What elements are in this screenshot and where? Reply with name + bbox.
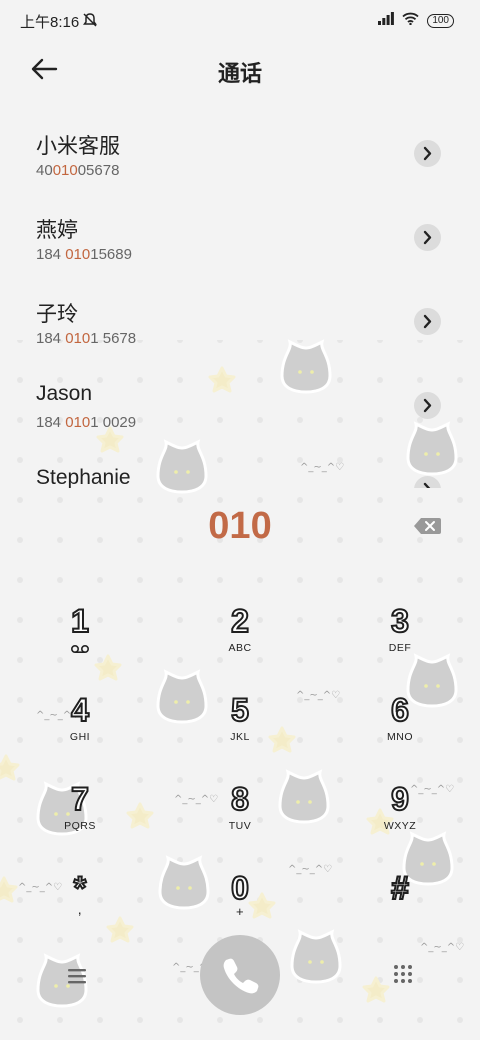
contact-detail-button[interactable] <box>414 224 441 251</box>
key-6[interactable]: 6 MNO <box>340 692 460 773</box>
number-match: 010 <box>65 330 91 347</box>
status-time: 上午8:16 <box>20 14 80 31</box>
contact-name: Jason <box>36 382 93 405</box>
chevron-right-icon <box>423 146 432 161</box>
contact-number: 184 0101 0029 <box>36 414 137 431</box>
status-bar: 上午8:16 100 <box>0 0 480 40</box>
key-5[interactable]: 5 JKL <box>180 692 300 773</box>
chevron-right-icon <box>423 398 432 413</box>
key-7[interactable]: 7 PQRS <box>20 781 140 862</box>
contact-name: 小米客服 <box>36 135 120 158</box>
contact-name: 子玲 <box>36 303 78 326</box>
key-9[interactable]: 9 WXYZ <box>340 781 460 862</box>
number-match: 010 <box>52 162 78 179</box>
call-button[interactable] <box>200 935 280 1015</box>
page-title: 通话 <box>217 61 262 86</box>
header: 通话 <box>0 40 480 100</box>
list-item[interactable]: Stephanie <box>0 446 480 488</box>
contact-detail-button[interactable] <box>414 476 441 488</box>
key-2[interactable]: 2 ABC <box>180 603 300 684</box>
number-match: 010 <box>65 414 91 431</box>
chevron-right-icon <box>423 230 432 245</box>
signal-icon <box>378 12 395 30</box>
decor-text: ^_~_^♡ <box>296 690 340 701</box>
contact-results-list: 小米客服 4001005678 燕婷 184 01015689 子玲 184 0… <box>0 110 480 488</box>
battery-indicator: 100 <box>427 14 454 28</box>
chevron-right-icon <box>423 314 432 329</box>
list-item[interactable]: Jason 184 0101 0029 <box>0 362 480 446</box>
contact-detail-button[interactable] <box>414 392 441 419</box>
menu-button[interactable] <box>66 966 90 986</box>
number-match: 010 <box>65 246 91 263</box>
backspace-icon <box>414 518 441 534</box>
key-4[interactable]: 4 GHI <box>20 692 140 773</box>
contact-detail-button[interactable] <box>414 140 441 167</box>
contact-detail-button[interactable] <box>414 308 441 335</box>
key-3[interactable]: 3 DEF <box>340 603 460 684</box>
dialpad-icon <box>394 965 412 983</box>
voicemail-icon <box>70 644 90 654</box>
list-item[interactable]: 小米客服 4001005678 <box>0 110 480 194</box>
menu-icon <box>68 969 86 984</box>
bottom-action-bar <box>0 930 480 1030</box>
backspace-button[interactable] <box>412 515 442 537</box>
contact-name: Stephanie <box>36 466 131 488</box>
contact-number: 184 0101 5678 <box>36 330 137 347</box>
phone-icon <box>223 958 259 994</box>
wifi-icon <box>402 12 419 30</box>
mute-icon <box>82 12 98 33</box>
contact-number: 4001005678 <box>36 162 120 179</box>
key-1[interactable]: 1 <box>20 603 140 684</box>
key-8[interactable]: 8 TUV <box>180 781 300 862</box>
list-item[interactable]: 子玲 184 0101 5678 <box>0 278 480 362</box>
contact-name: 燕婷 <box>36 219 78 242</box>
contact-number: 184 01015689 <box>36 246 132 263</box>
chevron-right-icon <box>423 482 431 488</box>
list-item[interactable]: 燕婷 184 01015689 <box>0 194 480 278</box>
dial-input-display: 010 <box>208 505 272 547</box>
dialpad-toggle-button[interactable] <box>393 964 413 984</box>
